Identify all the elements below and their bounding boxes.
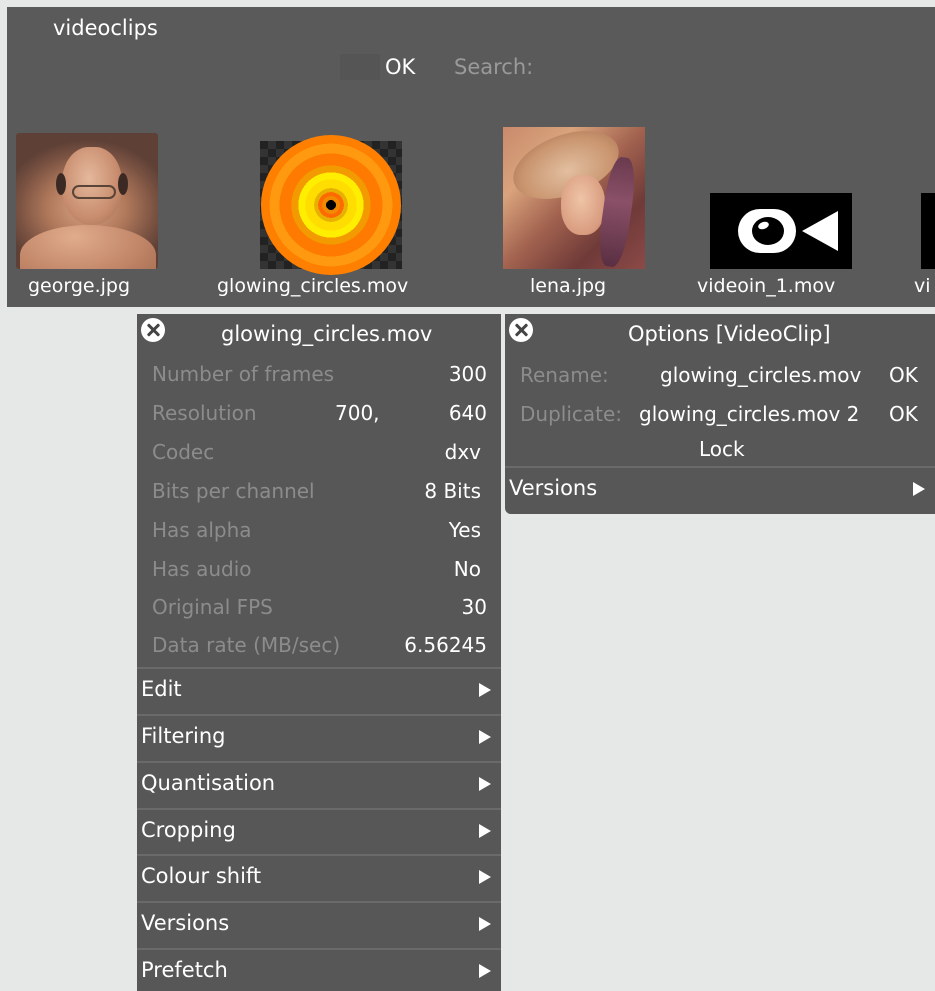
arrow-right-icon (479, 870, 491, 884)
search-field[interactable] (340, 54, 380, 80)
rename-label: Rename: (520, 363, 609, 387)
submenu-label: Versions (509, 476, 598, 500)
submenu-prefetch[interactable]: Prefetch (137, 948, 501, 991)
submenu-label: Cropping (141, 818, 236, 842)
submenu-label: Quantisation (141, 771, 276, 795)
prop-value-frames: 300 (448, 362, 487, 386)
thumbnail-videoin[interactable] (710, 193, 852, 269)
submenu-quantisation[interactable]: Quantisation (137, 761, 501, 805)
duplicate-field[interactable]: glowing_circles.mov 2 (639, 402, 859, 426)
prop-value-alpha: Yes (448, 518, 481, 542)
thumbnail-lena[interactable] (503, 127, 645, 269)
prop-value-fps: 30 (461, 595, 487, 619)
prop-value-resolution-width: 700, (335, 401, 380, 425)
submenu-versions[interactable]: Versions (137, 901, 501, 945)
submenu-label: Filtering (141, 724, 226, 748)
submenu-colour-shift[interactable]: Colour shift (137, 854, 501, 898)
submenu-label: Versions (141, 911, 230, 935)
prop-label-datarate: Data rate (MB/sec) (152, 633, 341, 657)
arrow-right-icon (479, 777, 491, 791)
search-label: Search: (454, 55, 534, 79)
thumbnail-label: vi (914, 275, 931, 297)
arrow-right-icon (913, 482, 925, 496)
arrow-right-icon (479, 683, 491, 697)
prop-label-codec: Codec (152, 440, 215, 464)
prop-value-codec: dxv (444, 440, 481, 464)
thumbnail-label: lena.jpg (530, 275, 607, 297)
rename-ok-button[interactable]: OK (889, 363, 918, 387)
prop-label-resolution: Resolution (152, 401, 257, 425)
close-icon[interactable] (509, 318, 533, 342)
browser-title: videoclips (53, 16, 158, 40)
prop-label-fps: Original FPS (152, 595, 273, 619)
submenu-filtering[interactable]: Filtering (137, 714, 501, 758)
prop-value-datarate: 6.56245 (404, 633, 487, 657)
submenu-label: Prefetch (141, 958, 228, 982)
submenu-versions[interactable]: Versions (505, 466, 935, 510)
duplicate-ok-button[interactable]: OK (889, 402, 918, 426)
submenu-label: Colour shift (141, 864, 262, 888)
arrow-right-icon (479, 824, 491, 838)
search-ok-button[interactable]: OK (385, 55, 415, 79)
panel-title: glowing_circles.mov (221, 322, 433, 346)
prop-label-frames: Number of frames (152, 362, 335, 386)
prop-label-audio: Has audio (152, 557, 252, 581)
arrow-right-icon (479, 730, 491, 744)
submenu-label: Edit (141, 677, 182, 701)
prop-value-audio: No (453, 557, 481, 581)
prop-label-bits: Bits per channel (152, 479, 315, 503)
prop-value-bits: 8 Bits (424, 479, 481, 503)
panel-title: Options [VideoClip] (628, 322, 831, 346)
thumbnail-label: glowing_circles.mov (217, 275, 409, 297)
thumbnail-glowing-circles[interactable] (260, 135, 402, 275)
arrow-right-icon (479, 917, 491, 931)
thumbnail-label: george.jpg (28, 275, 131, 297)
thumbnail-label: videoin_1.mov (697, 275, 836, 297)
duplicate-label: Duplicate: (520, 402, 623, 426)
thumbnail-partial[interactable] (921, 193, 935, 269)
lock-button[interactable]: Lock (699, 437, 745, 461)
clip-properties-panel: glowing_circles.mov Number of frames 300… (137, 314, 501, 991)
prop-value-resolution-height: 640 (448, 401, 487, 425)
submenu-edit[interactable]: Edit (137, 667, 501, 711)
close-icon[interactable] (141, 318, 165, 342)
arrow-right-icon (479, 964, 491, 978)
rename-field[interactable]: glowing_circles.mov (660, 363, 861, 387)
thumbnail-george[interactable] (16, 133, 158, 269)
prop-label-alpha: Has alpha (152, 518, 252, 542)
submenu-cropping[interactable]: Cropping (137, 808, 501, 852)
clip-browser: videoclips OK Search: george.jpg glowing… (7, 7, 935, 307)
options-panel: Options [VideoClip] Rename: glowing_circ… (505, 314, 935, 514)
